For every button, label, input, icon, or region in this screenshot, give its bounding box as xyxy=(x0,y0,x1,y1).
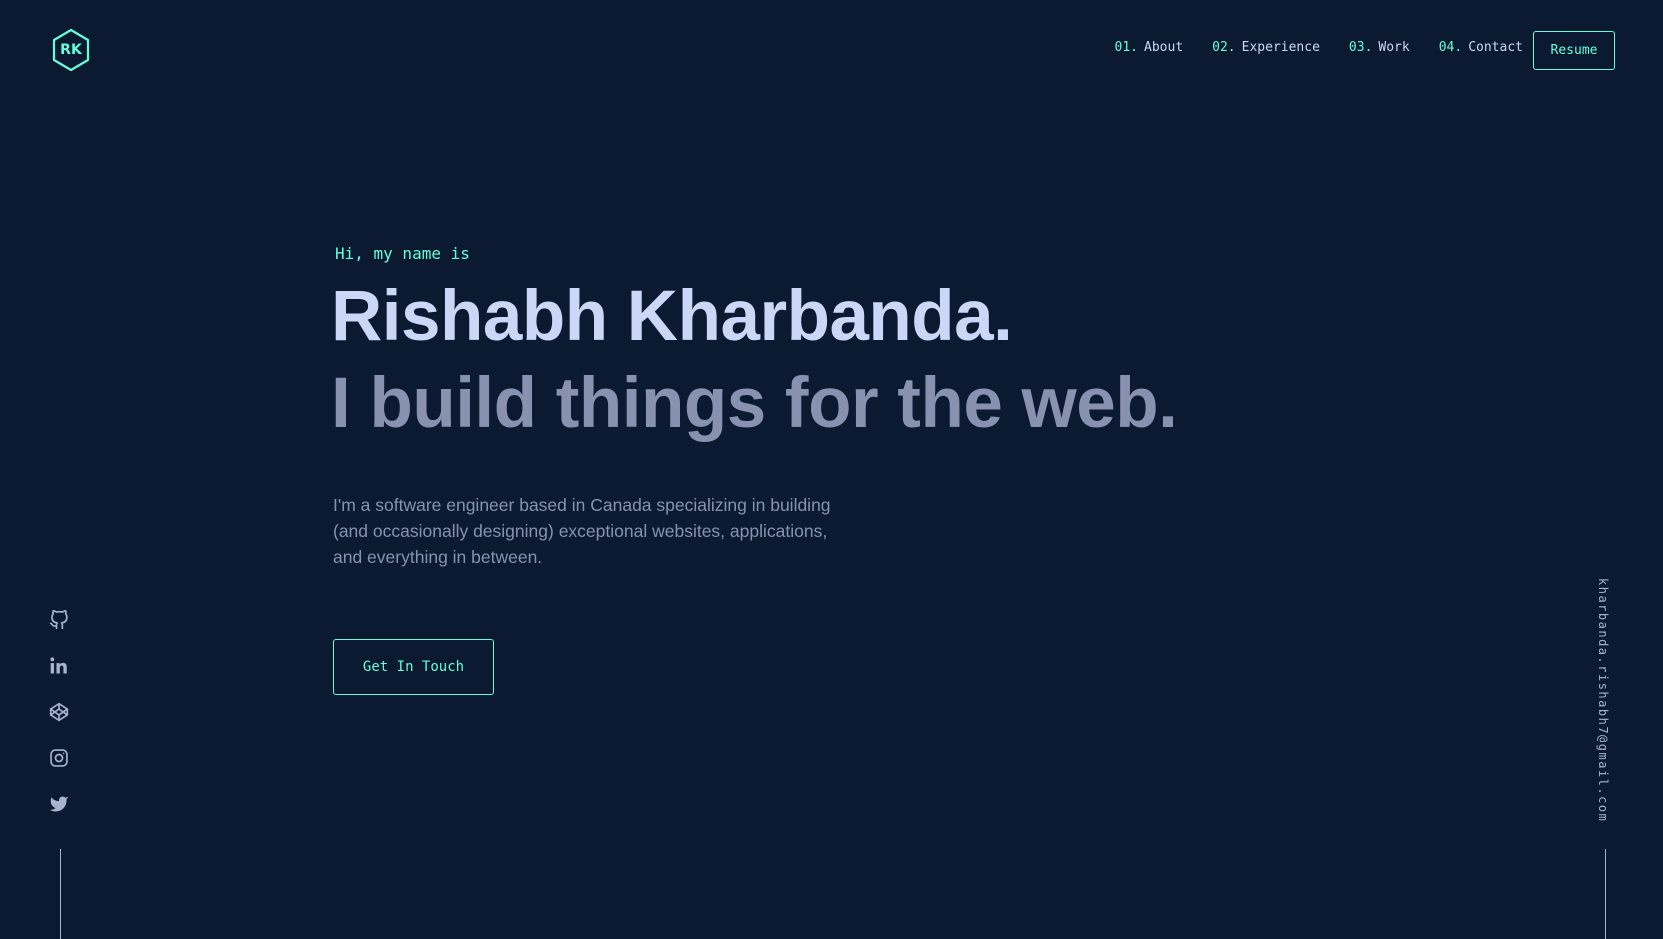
resume-button[interactable]: Resume xyxy=(1533,31,1615,70)
codepen-icon[interactable] xyxy=(49,702,69,722)
email-sidebar-line xyxy=(1605,849,1606,939)
linkedin-icon[interactable] xyxy=(49,656,69,676)
main-nav: 01. About 02. Experience 03. Work 04. Contac… xyxy=(1115,40,1523,55)
nav-label: Work xyxy=(1378,40,1410,55)
nav-label: Experience xyxy=(1241,40,1320,55)
email-link[interactable]: kharbanda.rishabh7@gmail.com xyxy=(1596,578,1610,822)
hero-tagline: I build things for the web. xyxy=(331,364,1178,443)
hero-name: Rishabh Kharbanda. xyxy=(331,277,1013,356)
nav-item-contact[interactable]: 04. Contact xyxy=(1439,40,1523,55)
social-sidebar-line xyxy=(60,849,61,939)
github-icon[interactable] xyxy=(49,610,69,630)
nav-number: 02. xyxy=(1212,40,1236,55)
nav-number: 01. xyxy=(1114,40,1139,55)
twitter-icon[interactable] xyxy=(49,794,69,814)
hero-greeting: Hi, my name is xyxy=(335,244,470,263)
logo-text: RK xyxy=(60,42,82,58)
nav-number: 04. xyxy=(1438,40,1463,55)
logo[interactable]: RK xyxy=(51,28,91,72)
nav-label: Contact xyxy=(1468,40,1523,55)
get-in-touch-button[interactable]: Get In Touch xyxy=(333,639,494,695)
hero-bio: I'm a software engineer based in Canada … xyxy=(333,495,831,567)
nav-item-experience[interactable]: 02. Experience xyxy=(1212,40,1320,55)
social-sidebar xyxy=(49,610,69,814)
nav-item-about[interactable]: 01. About xyxy=(1115,40,1184,55)
nav-label: About xyxy=(1144,40,1184,55)
nav-item-work[interactable]: 03. Work xyxy=(1349,40,1410,55)
nav-number: 03. xyxy=(1348,40,1373,55)
instagram-icon[interactable] xyxy=(49,748,69,768)
